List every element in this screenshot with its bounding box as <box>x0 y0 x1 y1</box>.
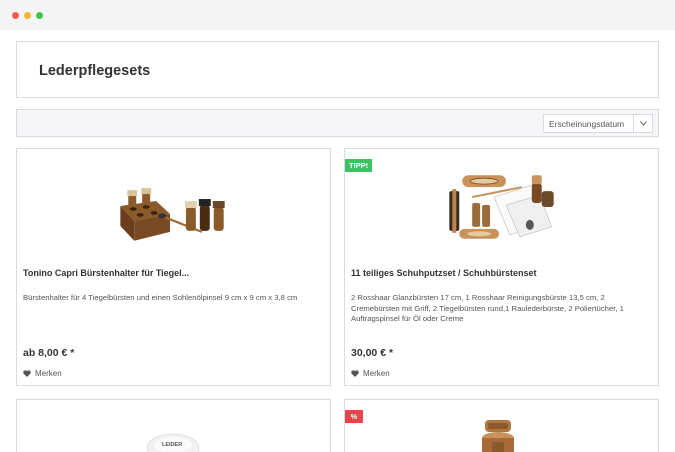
product-name-link[interactable]: 11 teiliges Schuhputzset / Schuhbürstens… <box>351 268 537 278</box>
heart-icon <box>351 370 359 377</box>
minimize-window-button[interactable] <box>24 12 31 19</box>
product-card[interactable]: LEIDER <box>16 399 331 452</box>
page-title: Lederpflegesets <box>39 63 151 79</box>
wishlist-label: Merken <box>363 369 390 378</box>
wishlist-button[interactable]: Merken <box>351 369 390 378</box>
sort-select-value: Erscheinungsdatum <box>549 119 625 129</box>
product-price: ab 8,00 € * <box>23 347 75 359</box>
product-card[interactable]: Tonino Capri Bürstenhalter für Tiegel...… <box>16 148 331 386</box>
close-window-button[interactable] <box>12 12 19 19</box>
wishlist-label: Merken <box>35 369 62 378</box>
category-heading-box: Lederpflegesets <box>16 41 659 98</box>
product-image[interactable] <box>345 161 658 251</box>
product-name-link[interactable]: Tonino Capri Bürstenhalter für Tiegel... <box>23 268 189 278</box>
product-description: Bürstenhalter für 4 Tiegelbürsten und ei… <box>23 293 298 302</box>
page-content: Lederpflegesets Erscheinungsdatum Tonino… <box>0 30 675 452</box>
product-price: 30,00 € * <box>351 347 394 359</box>
chevron-down-icon[interactable] <box>633 115 652 132</box>
listing-toolbar: Erscheinungsdatum <box>16 109 659 137</box>
sort-select[interactable]: Erscheinungsdatum <box>543 114 653 133</box>
product-card[interactable]: % <box>344 399 659 452</box>
product-description: 2 Rosshaar Glanzbürsten 17 cm, 1 Rosshaa… <box>351 293 624 323</box>
product-image[interactable] <box>17 161 330 251</box>
wishlist-button[interactable]: Merken <box>23 369 62 378</box>
maximize-window-button[interactable] <box>36 12 43 19</box>
product-image[interactable] <box>345 400 659 452</box>
heart-icon <box>23 370 31 377</box>
window-titlebar <box>0 0 675 30</box>
product-card[interactable]: TIPP! 11 teiliges Schuhputzset / Schuhbü… <box>344 148 659 386</box>
product-image-label: LEIDER <box>162 442 183 448</box>
